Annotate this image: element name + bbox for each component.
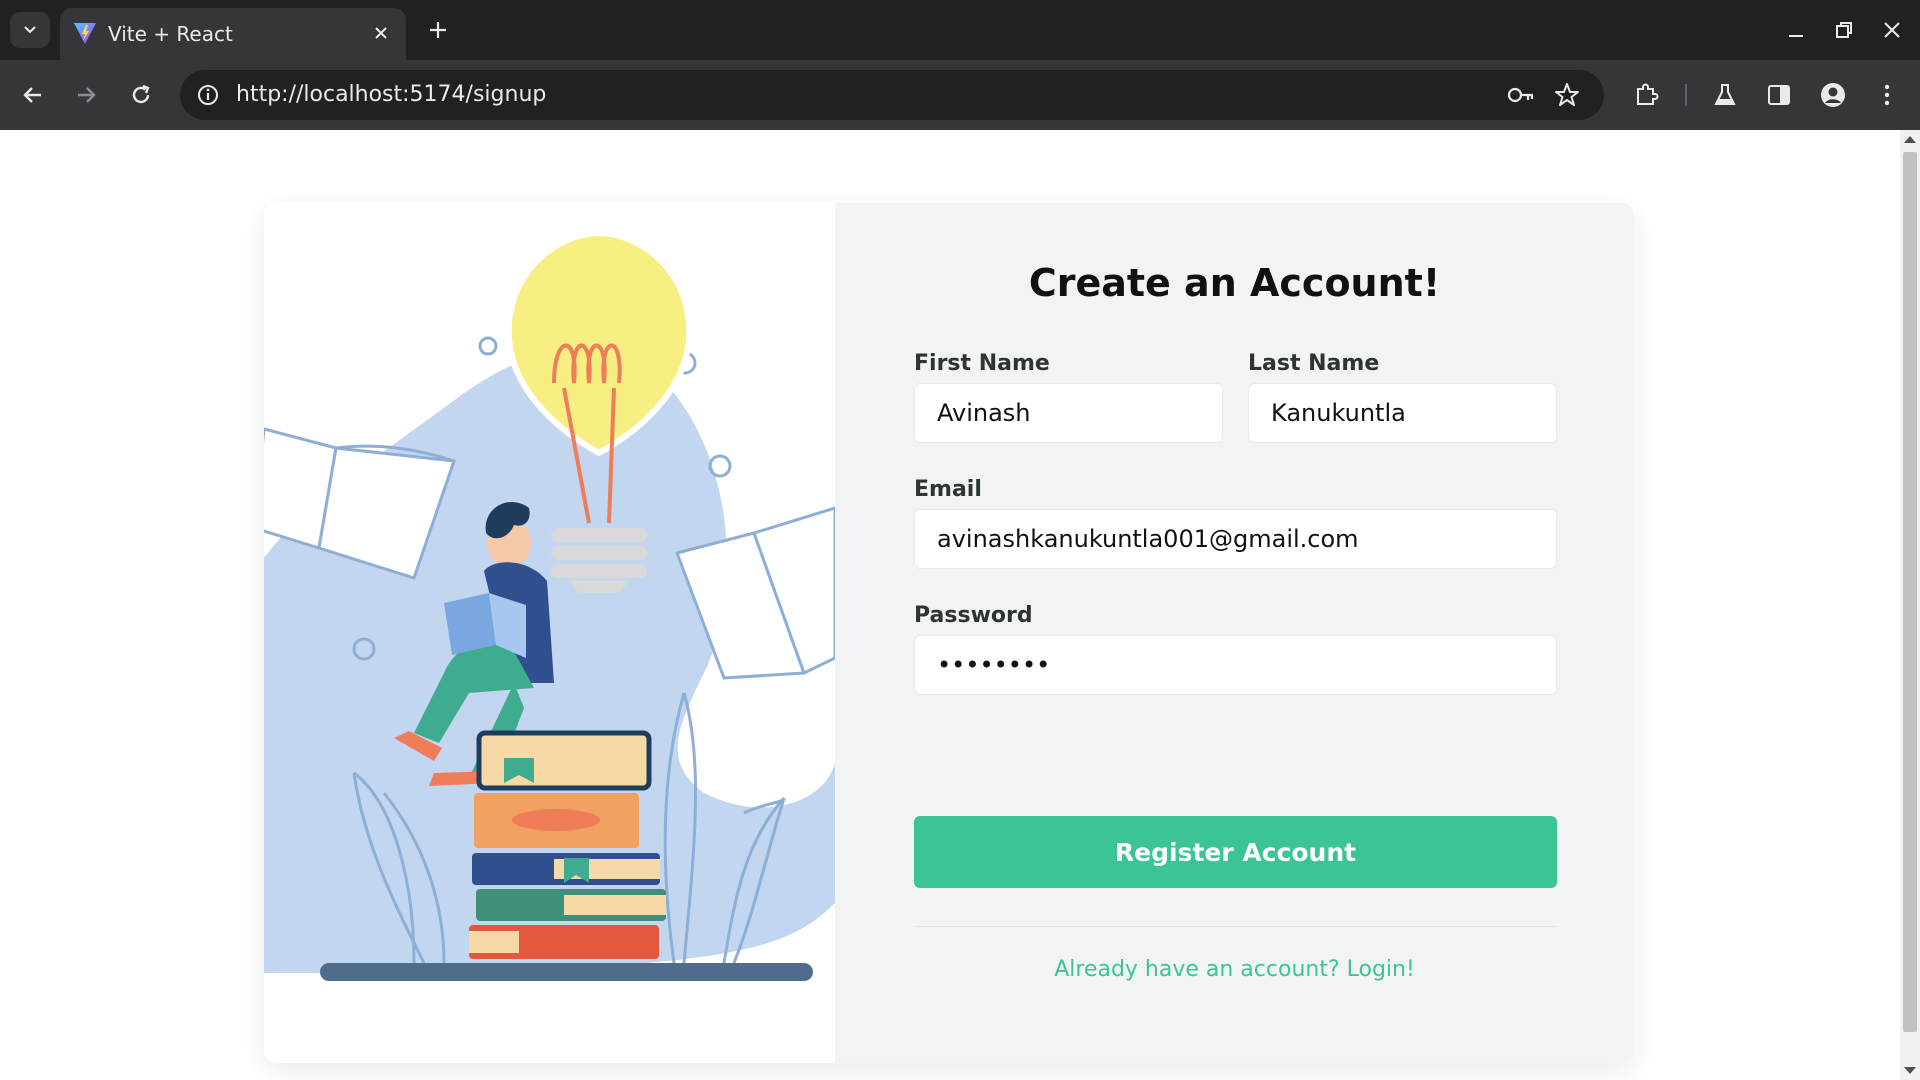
page-title: Create an Account! <box>1028 261 1441 305</box>
browser-toolbar: http://localhost:5174/signup <box>0 60 1920 130</box>
scroll-down-arrow-icon[interactable] <box>1904 1067 1916 1074</box>
login-link[interactable]: Already have an account? Login! <box>835 957 1634 982</box>
vite-logo-icon <box>74 23 96 44</box>
bookmark-star-icon[interactable] <box>1552 80 1582 110</box>
tab-search-button[interactable] <box>10 12 50 48</box>
chevron-down-icon <box>24 26 36 34</box>
address-bar[interactable]: http://localhost:5174/signup <box>180 70 1604 120</box>
url-text[interactable]: http://localhost:5174/signup <box>236 82 546 107</box>
first-name-label: First Name <box>914 351 1050 376</box>
profile-avatar-icon[interactable] <box>1817 79 1849 111</box>
first-name-input[interactable] <box>914 383 1223 443</box>
extensions-puzzle-icon[interactable] <box>1630 79 1662 111</box>
toolbar-divider <box>1685 84 1687 106</box>
side-panel-icon[interactable] <box>1763 79 1795 111</box>
scroll-up-arrow-icon[interactable] <box>1904 136 1916 143</box>
site-info-icon[interactable] <box>194 81 222 109</box>
password-key-icon[interactable] <box>1506 81 1536 109</box>
back-arrow-icon[interactable] <box>17 79 49 111</box>
signup-card: Create an Account! First Name Last Name … <box>264 203 1634 1063</box>
close-tab-icon[interactable] <box>370 22 392 44</box>
password-input[interactable] <box>914 635 1557 695</box>
scroll-thumb[interactable] <box>1903 152 1917 1032</box>
page-viewport: Create an Account! First Name Last Name … <box>0 130 1920 1080</box>
email-label: Email <box>914 477 982 502</box>
reload-icon[interactable] <box>125 79 157 111</box>
last-name-input[interactable] <box>1248 383 1557 443</box>
page-scrollbar[interactable] <box>1900 130 1920 1080</box>
register-account-button[interactable]: Register Account <box>914 816 1557 888</box>
browser-tabbar: Vite + React <box>0 0 1920 60</box>
email-input[interactable] <box>914 509 1557 569</box>
reading-student-illustration <box>264 229 835 981</box>
restore-icon[interactable] <box>1828 14 1860 46</box>
tab-title: Vite + React <box>108 22 233 46</box>
forward-arrow-icon[interactable] <box>70 79 102 111</box>
more-menu-icon[interactable] <box>1871 79 1903 111</box>
labs-flask-icon[interactable] <box>1709 79 1741 111</box>
signup-form-panel: Create an Account! First Name Last Name … <box>835 203 1634 1063</box>
minimize-icon[interactable] <box>1780 14 1812 46</box>
close-window-icon[interactable] <box>1876 14 1908 46</box>
form-divider <box>914 926 1557 927</box>
browser-tab-active[interactable]: Vite + React <box>60 8 406 60</box>
password-label: Password <box>914 603 1033 628</box>
new-tab-icon[interactable] <box>424 16 452 44</box>
last-name-label: Last Name <box>1248 351 1380 376</box>
